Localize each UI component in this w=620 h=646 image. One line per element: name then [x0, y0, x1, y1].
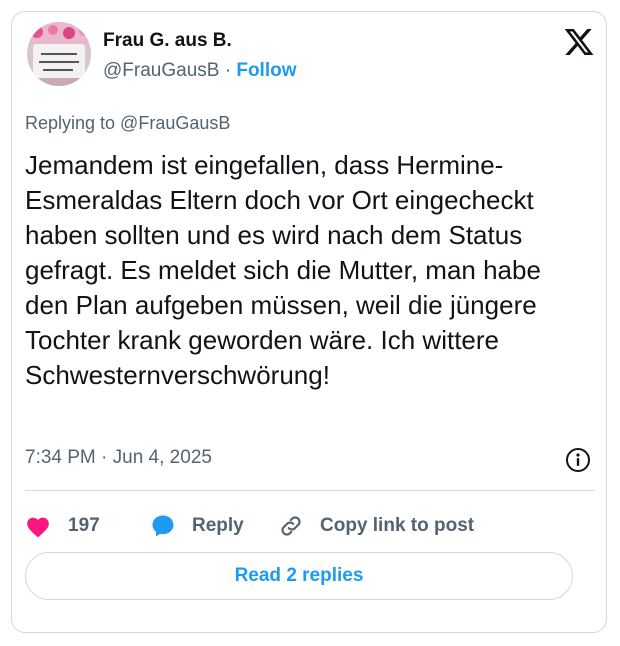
avatar[interactable]: [27, 22, 91, 86]
author-name[interactable]: Frau G. aus B.: [103, 30, 232, 52]
x-logo-icon[interactable]: [563, 26, 595, 58]
divider: [25, 490, 595, 491]
read-replies-button[interactable]: Read 2 replies: [25, 552, 573, 600]
like-button[interactable]: 197: [25, 506, 100, 546]
copy-link-button[interactable]: Copy link to post: [278, 506, 474, 546]
replying-to[interactable]: Replying to @FrauGausB: [25, 113, 230, 134]
author-handle[interactable]: @FrauGausB: [103, 60, 219, 81]
copy-link-label: Copy link to post: [320, 515, 475, 536]
like-count: 197: [68, 515, 100, 536]
author-handle-row: @FrauGausB · Follow: [103, 60, 297, 82]
reply-button[interactable]: Reply: [149, 506, 244, 546]
action-bar: 197 Reply Copy link to post: [25, 506, 585, 546]
info-icon[interactable]: [565, 447, 591, 473]
heart-icon: [27, 517, 49, 538]
reply-label: Reply: [192, 515, 244, 536]
timestamp[interactable]: 7:34 PM · Jun 4, 2025: [25, 447, 212, 469]
handle-separator: ·: [224, 60, 232, 81]
read-replies-label: Read 2 replies: [234, 565, 364, 586]
reply-bubble-icon: [152, 515, 174, 537]
tweet-text: Jemandem ist eingefallen, dass Hermine-E…: [25, 150, 541, 390]
follow-button[interactable]: Follow: [236, 60, 296, 81]
link-icon: [281, 516, 301, 536]
